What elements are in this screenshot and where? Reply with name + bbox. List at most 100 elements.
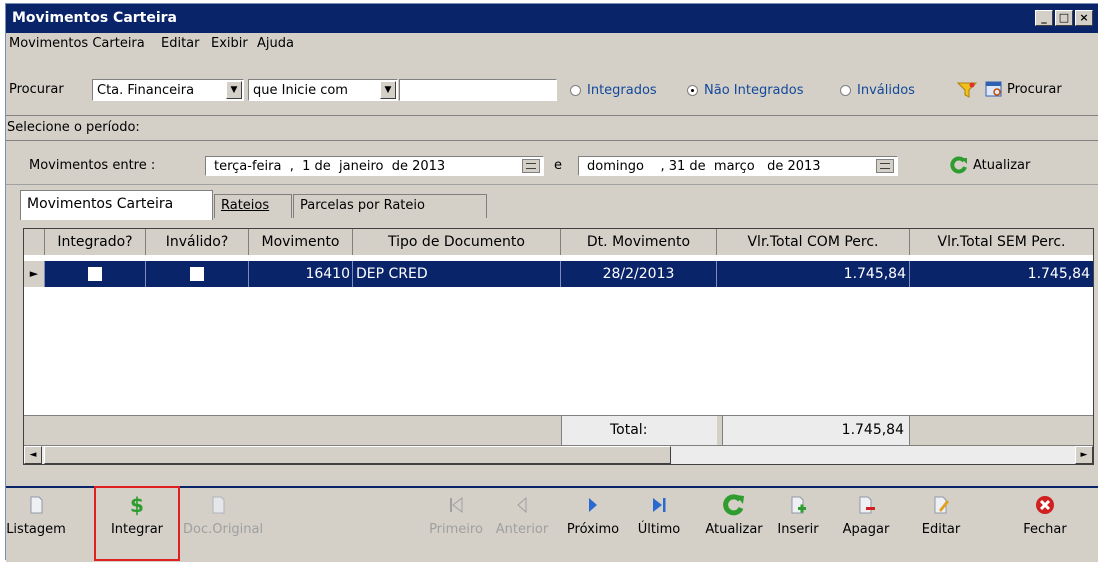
end-date-value: domingo , 31 de março de 2013 [587,159,821,174]
doc-original-button[interactable]: Doc.Original [183,494,263,537]
search-condition-value: que Inicie com [253,83,348,98]
tab-movimentos-carteira[interactable]: Movimentos Carteira [20,190,213,220]
col-dt-movimento[interactable]: Dt. Movimento [561,229,717,255]
proximo-button[interactable]: Próximo [558,494,628,537]
col-integrado[interactable]: Integrado? [45,229,146,255]
toolbar-label: Último [637,522,681,537]
period-header: Selecione o período: [6,116,1098,140]
listagem-button[interactable]: Listagem [1,494,71,537]
refresh-period-button[interactable]: Atualizar [950,156,1030,174]
toolbar-label: Apagar [842,522,890,537]
apagar-button[interactable]: Apagar [831,494,901,537]
chevron-down-icon[interactable]: ▼ [380,81,396,99]
close-window-button[interactable]: × [1075,10,1093,26]
toolbar-label: Editar [921,522,961,537]
minimize-button[interactable]: _ [1035,10,1053,26]
toolbar-label: Próximo [566,522,620,537]
radio-dot[interactable] [687,85,698,96]
col-vlr-sem-perc[interactable]: Vlr.Total SEM Perc. [910,229,1093,255]
next-icon [582,494,604,516]
search-bar: Procurar Cta. Financeira ▼ que Inicie co… [6,56,1098,114]
window-controls: _ □ × [1035,10,1093,26]
cell-movimento: 16410 [249,261,353,287]
radio-label: Não Integrados [704,83,804,98]
editar-button[interactable]: Editar [906,494,976,537]
maximize-button[interactable]: □ [1055,10,1073,26]
refresh-period-label: Atualizar [973,157,1031,173]
menu-exibir[interactable]: Exibir [211,36,248,51]
horizontal-scrollbar[interactable]: ◄ ► [24,445,1093,464]
col-movimento[interactable]: Movimento [249,229,353,255]
total-value: 1.745,84 [722,416,910,445]
prev-icon [511,494,533,516]
filter-icon[interactable] [956,81,978,103]
date-spinner-icon[interactable] [522,159,540,173]
toolbar-label: Atualizar [705,522,763,537]
menu-bar: Movimentos Carteira Editar Exibir Ajuda [6,33,1098,53]
menu-movimentos-carteira[interactable]: Movimentos Carteira [9,36,145,51]
menu-editar[interactable]: Editar [161,36,200,51]
start-date-picker[interactable]: terça-feira , 1 de janeiro de 2013 [205,156,544,176]
primeiro-button[interactable]: Primeiro [421,494,491,537]
first-icon [445,494,467,516]
radio-nao-integrados[interactable]: Não Integrados [687,83,804,98]
radio-invalidos[interactable]: Inválidos [840,83,915,98]
cell-data: 28/2/2013 [561,261,717,287]
search-input[interactable] [399,79,557,101]
grid-header: Integrado? Inválido? Movimento Tipo de D… [24,229,1093,255]
search-field-value: Cta. Financeira [97,83,195,98]
toolbar-label: Anterior [495,522,549,537]
invalido-checkbox[interactable] [190,267,204,281]
atualizar-button[interactable]: Atualizar [699,494,769,537]
menu-ajuda[interactable]: Ajuda [257,36,294,51]
cell-vlr-com: 1.745,84 [717,261,910,287]
insert-icon [787,494,809,516]
scroll-right-icon[interactable]: ► [1075,446,1093,464]
scroll-thumb[interactable] [44,446,671,464]
range-label: Movimentos entre : [29,158,156,173]
toolbar-label: Inserir [777,522,819,537]
highlight-box [94,486,180,561]
col-tipo-documento[interactable]: Tipo de Documento [353,229,561,255]
ultimo-button[interactable]: Último [624,494,694,537]
window-title: Movimentos Carteira [12,10,178,26]
tab-rateios[interactable]: Rateios [214,194,292,218]
row-indicator-icon: ► [24,261,45,287]
app-window: Movimentos Carteira _ □ × Movimentos Car… [5,3,1098,562]
integrado-checkbox[interactable] [88,267,102,281]
title-bar: Movimentos Carteira _ □ × [6,4,1098,33]
close-icon [1034,494,1056,516]
tab-parcelas-por-rateio[interactable]: Parcelas por Rateio [293,194,487,218]
fechar-button[interactable]: Fechar [1010,494,1080,537]
inserir-button[interactable]: Inserir [763,494,833,537]
radio-dot[interactable] [570,85,581,96]
movements-grid[interactable]: Integrado? Inválido? Movimento Tipo de D… [23,228,1094,465]
toolbar-label: Doc.Original [183,522,264,537]
anterior-button[interactable]: Anterior [487,494,557,537]
search-field-select[interactable]: Cta. Financeira ▼ [92,79,244,101]
search-condition-select[interactable]: que Inicie com ▼ [248,79,398,101]
chevron-down-icon[interactable]: ▼ [226,81,242,99]
cell-integrado [45,261,146,287]
radio-label: Integrados [587,83,657,98]
radio-label: Inválidos [857,83,915,98]
col-vlr-com-perc[interactable]: Vlr.Total COM Perc. [717,229,910,255]
search-button[interactable]: Procurar [985,80,1062,98]
toolbar-label: Primeiro [429,522,483,537]
end-date-picker[interactable]: domingo , 31 de março de 2013 [578,156,898,176]
date-spinner-icon[interactable] [876,159,894,173]
last-icon [648,494,670,516]
divider [6,140,1098,141]
header-indicator [24,229,45,255]
refresh-icon [723,494,745,516]
divider [6,184,1098,185]
table-row[interactable]: ► 16410 DEP CRED 28/2/2013 1.745,84 1.74… [24,261,1093,287]
search-button-label: Procurar [1007,81,1062,97]
radio-dot[interactable] [840,85,851,96]
radio-integrados[interactable]: Integrados [570,83,657,98]
col-invalido[interactable]: Inválido? [146,229,249,255]
scroll-left-icon[interactable]: ◄ [24,446,42,464]
cell-tipo: DEP CRED [353,261,561,287]
start-date-value: terça-feira , 1 de janeiro de 2013 [214,159,446,174]
search-label: Procurar [9,82,64,97]
